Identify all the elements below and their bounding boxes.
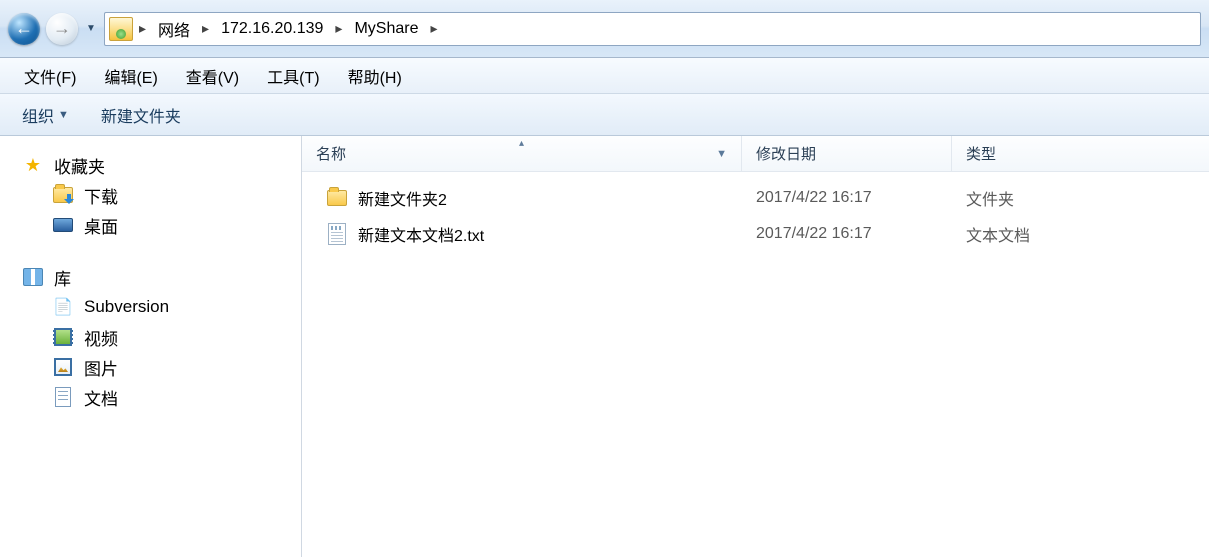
sort-ascending-icon: ▴ bbox=[519, 138, 524, 149]
sidebar-item-documents[interactable]: 文档 bbox=[22, 382, 301, 412]
sidebar-header-libraries[interactable]: 库 bbox=[22, 262, 301, 292]
file-list: 新建文件夹2 2017/4/22 16:17 文件夹 新建文本文档2.txt 2… bbox=[302, 172, 1209, 260]
breadcrumb-host[interactable]: 172.16.20.139 bbox=[215, 13, 329, 45]
file-name-cell: 新建文件夹2 bbox=[316, 186, 756, 210]
address-bar-row: ← → ▼ ▸ 网络 ▸ 172.16.20.139 ▸ MyShare ▸ bbox=[0, 0, 1209, 58]
chevron-right-icon[interactable]: ▸ bbox=[135, 20, 150, 37]
chevron-down-icon: ▼ bbox=[58, 109, 69, 121]
sidebar-header-favorites[interactable]: ★ 收藏夹 bbox=[22, 150, 301, 180]
file-type-cell: 文本文档 bbox=[966, 222, 1209, 246]
file-name-cell: 新建文本文档2.txt bbox=[316, 222, 756, 246]
arrow-left-icon: ← bbox=[15, 18, 33, 39]
column-header-type[interactable]: 类型 bbox=[952, 136, 1209, 171]
documents-icon bbox=[52, 386, 74, 408]
downloads-icon bbox=[52, 184, 74, 206]
menu-edit[interactable]: 编辑(E) bbox=[94, 60, 167, 92]
sidebar-item-desktop[interactable]: 桌面 bbox=[22, 210, 301, 240]
chevron-down-icon[interactable]: ▼ bbox=[716, 148, 727, 160]
file-date-cell: 2017/4/22 16:17 bbox=[756, 189, 966, 207]
video-icon bbox=[52, 326, 74, 348]
column-header-row: ▴ 名称 ▼ 修改日期 类型 bbox=[302, 136, 1209, 172]
column-header-label: 修改日期 bbox=[756, 143, 816, 164]
sidebar-header-label: 库 bbox=[54, 265, 71, 290]
sidebar-item-label: 下载 bbox=[84, 183, 118, 208]
sidebar-item-videos[interactable]: 视频 bbox=[22, 322, 301, 352]
breadcrumb-share[interactable]: MyShare bbox=[348, 13, 424, 45]
libraries-icon bbox=[22, 266, 44, 288]
pictures-icon bbox=[52, 356, 74, 378]
sidebar-item-label: Subversion bbox=[84, 297, 169, 317]
share-folder-icon bbox=[109, 17, 133, 41]
file-type-cell: 文件夹 bbox=[966, 186, 1209, 210]
column-header-modified[interactable]: 修改日期 bbox=[742, 136, 952, 171]
menu-file[interactable]: 文件(F) bbox=[14, 60, 86, 92]
new-folder-label: 新建文件夹 bbox=[101, 103, 181, 127]
column-header-label: 类型 bbox=[966, 143, 996, 164]
sidebar-group-favorites: ★ 收藏夹 下载 桌面 bbox=[22, 150, 301, 240]
sidebar: ★ 收藏夹 下载 桌面 库 📄 Subversion bbox=[0, 136, 302, 557]
forward-button[interactable]: → bbox=[46, 13, 78, 45]
sidebar-item-label: 视频 bbox=[84, 325, 118, 350]
sidebar-group-libraries: 库 📄 Subversion 视频 图片 文档 bbox=[22, 262, 301, 412]
star-icon: ★ bbox=[22, 154, 44, 176]
text-file-icon bbox=[326, 223, 348, 245]
nav-history-dropdown[interactable]: ▼ bbox=[84, 23, 98, 34]
sidebar-item-label: 图片 bbox=[84, 355, 118, 380]
back-button[interactable]: ← bbox=[8, 13, 40, 45]
subversion-icon: 📄 bbox=[52, 296, 74, 318]
chevron-right-icon[interactable]: ▸ bbox=[198, 20, 213, 37]
chevron-right-icon[interactable]: ▸ bbox=[331, 20, 346, 37]
menu-help[interactable]: 帮助(H) bbox=[338, 60, 412, 92]
file-row[interactable]: 新建文本文档2.txt 2017/4/22 16:17 文本文档 bbox=[302, 216, 1209, 252]
file-pane: ▴ 名称 ▼ 修改日期 类型 新建文件夹2 2017/4/22 16:17 文件… bbox=[302, 136, 1209, 557]
breadcrumb-network[interactable]: 网络 bbox=[152, 13, 196, 45]
sidebar-item-downloads[interactable]: 下载 bbox=[22, 180, 301, 210]
address-bar[interactable]: ▸ 网络 ▸ 172.16.20.139 ▸ MyShare ▸ bbox=[104, 12, 1201, 46]
toolbar: 组织 ▼ 新建文件夹 bbox=[0, 94, 1209, 136]
sidebar-item-label: 文档 bbox=[84, 385, 118, 410]
organize-label: 组织 bbox=[22, 103, 54, 127]
desktop-icon bbox=[52, 214, 74, 236]
sidebar-item-pictures[interactable]: 图片 bbox=[22, 352, 301, 382]
arrow-right-icon: → bbox=[53, 18, 71, 39]
file-name: 新建文件夹2 bbox=[358, 186, 447, 210]
file-date-cell: 2017/4/22 16:17 bbox=[756, 225, 966, 243]
sidebar-item-label: 桌面 bbox=[84, 213, 118, 238]
file-name: 新建文本文档2.txt bbox=[358, 222, 484, 246]
file-row[interactable]: 新建文件夹2 2017/4/22 16:17 文件夹 bbox=[302, 180, 1209, 216]
folder-icon bbox=[326, 187, 348, 209]
new-folder-button[interactable]: 新建文件夹 bbox=[95, 99, 187, 131]
sidebar-header-label: 收藏夹 bbox=[54, 153, 105, 178]
sidebar-item-subversion[interactable]: 📄 Subversion bbox=[22, 292, 301, 322]
menu-bar: 文件(F) 编辑(E) 查看(V) 工具(T) 帮助(H) bbox=[0, 58, 1209, 94]
menu-tools[interactable]: 工具(T) bbox=[257, 60, 329, 92]
menu-view[interactable]: 查看(V) bbox=[176, 60, 249, 92]
body: ★ 收藏夹 下载 桌面 库 📄 Subversion bbox=[0, 136, 1209, 557]
column-header-label: 名称 bbox=[316, 143, 346, 164]
column-header-name[interactable]: ▴ 名称 ▼ bbox=[302, 136, 742, 171]
organize-button[interactable]: 组织 ▼ bbox=[16, 99, 75, 131]
chevron-right-icon[interactable]: ▸ bbox=[426, 20, 441, 37]
